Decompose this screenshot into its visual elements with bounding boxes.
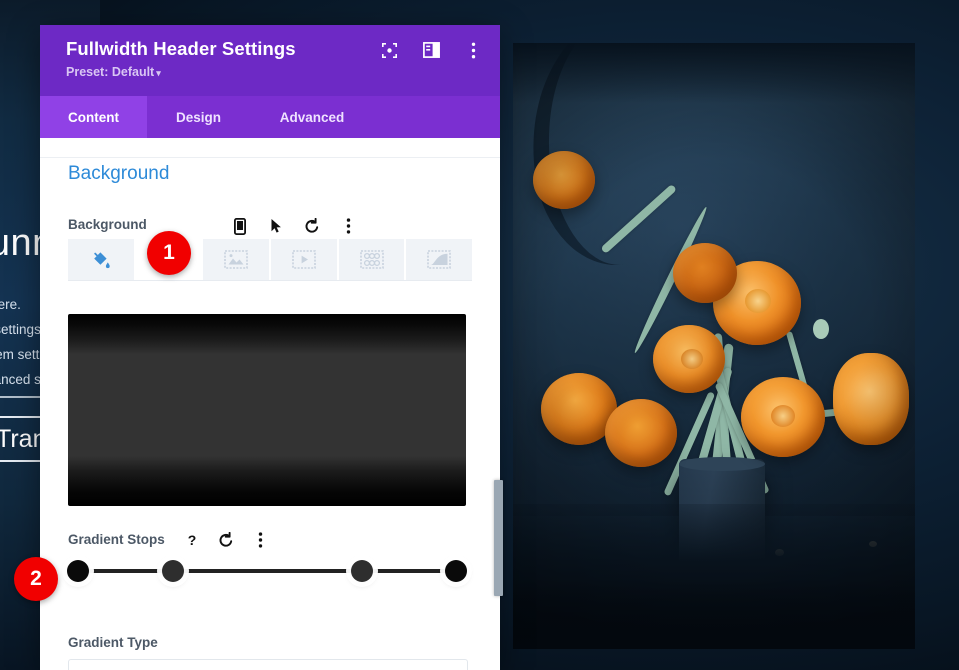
gradient-stops-line	[78, 569, 456, 573]
more-options-icon[interactable]	[250, 530, 270, 550]
photo-vignette	[513, 43, 915, 649]
page-paragraph-line: Edit or remove this settings. You	[0, 322, 71, 337]
page-paragraph: Your content goes here. Edit or remove t…	[0, 292, 84, 392]
page-paragraph-line: And look at the advanced settings.	[0, 372, 84, 387]
modal-scrollbar-thumb[interactable]	[494, 480, 503, 596]
background-color-tab[interactable]	[68, 239, 136, 280]
gradient-type-select[interactable]	[68, 659, 468, 670]
page-divider	[0, 396, 44, 398]
focus-target-icon[interactable]	[378, 39, 400, 61]
modal-tabbar: Content Design Advanced	[40, 96, 500, 138]
gradient-stops-label: Gradient Stops	[68, 532, 165, 547]
background-image-tab[interactable]	[203, 239, 272, 280]
flower-photo	[513, 43, 915, 649]
gradient-stops-track[interactable]	[67, 560, 467, 582]
mask-icon	[427, 250, 451, 269]
pattern-icon	[359, 250, 384, 269]
tab-advanced[interactable]: Advanced	[250, 96, 374, 138]
background-mask-tab[interactable]	[406, 239, 473, 280]
hover-pointer-icon[interactable]	[266, 216, 286, 236]
background-field-label: Background	[68, 217, 147, 232]
help-icon[interactable]: ?	[182, 530, 202, 550]
modal-title: Fullwidth Header Settings	[66, 38, 296, 59]
tab-design[interactable]: Design	[147, 96, 250, 138]
gradient-type-label: Gradient Type	[68, 635, 158, 650]
modal-body: Background Background Gradient Stops ? G…	[40, 138, 500, 670]
gradient-stop-handle[interactable]	[445, 560, 467, 582]
preset-selector[interactable]: Preset: Default ▾	[66, 65, 161, 79]
page-paragraph-line: can change all of them settings.	[0, 347, 68, 362]
video-icon	[292, 250, 316, 269]
background-tabs-underline	[68, 280, 472, 281]
more-options-icon[interactable]	[462, 39, 484, 61]
more-options-icon[interactable]	[338, 216, 358, 236]
page-paragraph-line: Your content goes here.	[0, 297, 21, 312]
layout-panel-icon[interactable]	[420, 39, 442, 61]
gradient-preview[interactable]	[68, 314, 466, 506]
annotation-badge-2: 2	[14, 557, 58, 601]
paint-bucket-icon	[94, 252, 110, 269]
body-divider	[40, 157, 500, 158]
preset-label: Preset: Default	[66, 65, 155, 79]
image-icon	[224, 250, 248, 269]
reset-icon[interactable]	[302, 216, 322, 236]
gradient-stop-handle[interactable]	[67, 560, 89, 582]
chevron-down-icon: ▾	[156, 68, 161, 78]
photo-bottom-fade	[513, 579, 915, 649]
background-pattern-tab[interactable]	[338, 239, 407, 280]
background-type-tabs	[68, 239, 473, 280]
gradient-stop-handle[interactable]	[350, 560, 373, 582]
settings-modal: Fullwidth Header Settings Preset: Defaul…	[40, 25, 500, 670]
screenshot-root: Stunning Home Your content goes here. Ed…	[0, 0, 959, 670]
annotation-badge-1: 1	[147, 231, 191, 275]
photo-top-fade	[513, 43, 915, 103]
modal-header-icons	[378, 39, 484, 61]
background-video-tab[interactable]	[271, 239, 339, 280]
gradient-stop-handle[interactable]	[161, 560, 184, 582]
tab-content[interactable]: Content	[40, 96, 147, 138]
section-title-background: Background	[68, 163, 170, 184]
modal-header: Fullwidth Header Settings Preset: Defaul…	[40, 25, 500, 96]
mobile-responsive-icon[interactable]	[230, 216, 250, 236]
reset-icon[interactable]	[216, 530, 236, 550]
